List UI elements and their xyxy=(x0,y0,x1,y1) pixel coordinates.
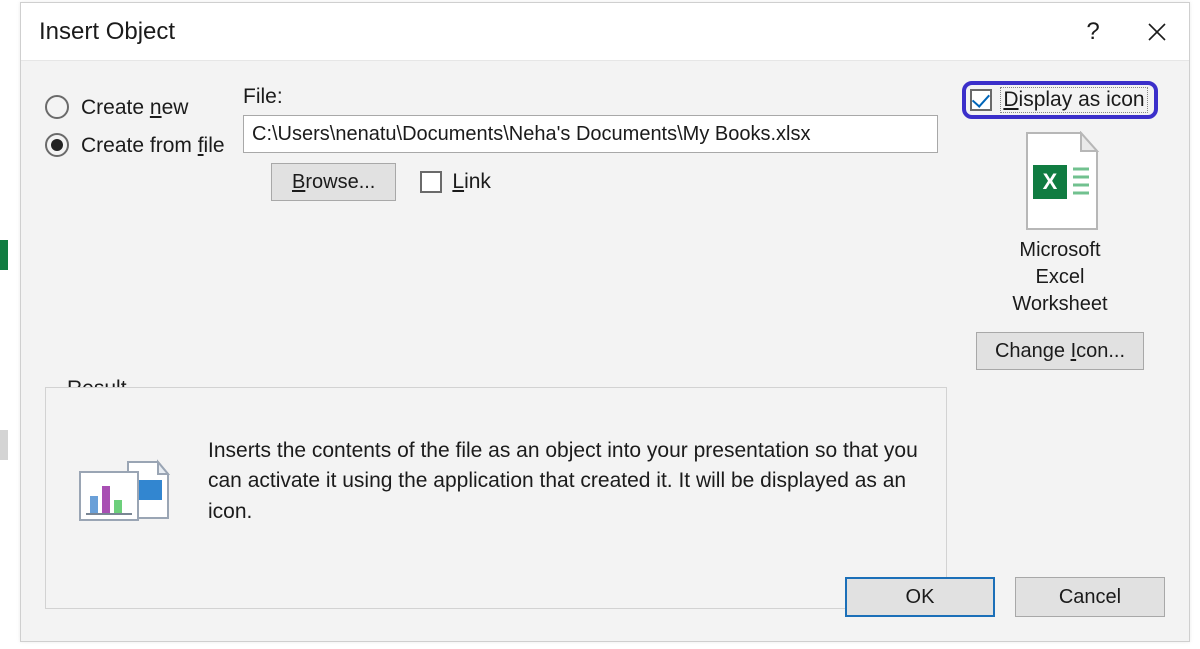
dialog-title: Insert Object xyxy=(39,18,175,46)
radio-icon xyxy=(45,95,69,119)
file-label: File: xyxy=(243,85,943,109)
radio-create-new-label: Create new xyxy=(81,97,188,118)
insert-object-dialog: Insert Object ? Create new Create from f… xyxy=(20,2,1190,642)
link-label: Link xyxy=(452,170,491,194)
title-bar: Insert Object ? xyxy=(21,3,1189,61)
close-button[interactable] xyxy=(1125,3,1189,61)
checkbox-icon xyxy=(420,171,442,193)
help-button[interactable]: ? xyxy=(1061,3,1125,61)
browse-button[interactable]: Browse... xyxy=(271,163,396,201)
result-icon xyxy=(76,456,176,528)
file-path-input[interactable] xyxy=(243,115,938,153)
radio-create-from-file[interactable]: Create from file xyxy=(45,133,235,157)
dialog-buttons: OK Cancel xyxy=(845,577,1165,617)
help-icon: ? xyxy=(1086,18,1099,46)
radio-create-new[interactable]: Create new xyxy=(45,95,235,119)
result-description: Inserts the contents of the file as an o… xyxy=(208,436,918,527)
display-as-icon-checkbox-highlight: Display as icon xyxy=(962,81,1157,119)
background-accent xyxy=(0,240,8,270)
display-as-icon-checkbox[interactable]: Display as icon xyxy=(1000,87,1147,113)
background-strip xyxy=(0,430,8,460)
result-group: Inserts the contents of the file as an o… xyxy=(45,387,947,609)
radio-icon xyxy=(45,133,69,157)
ok-button[interactable]: OK xyxy=(845,577,995,617)
icon-caption: Microsoft Excel Worksheet xyxy=(1012,237,1107,318)
radio-create-from-file-label: Create from file xyxy=(81,135,225,156)
excel-file-icon: X xyxy=(1015,131,1105,233)
checkbox-icon xyxy=(970,89,992,111)
cancel-button[interactable]: Cancel xyxy=(1015,577,1165,617)
file-section: File: Browse... Link xyxy=(243,85,943,201)
svg-text:X: X xyxy=(1043,169,1058,194)
close-icon xyxy=(1147,22,1167,42)
display-as-icon-section: Display as icon X Microsoft Excel Worksh… xyxy=(955,81,1165,370)
dialog-content: Create new Create from file File: Browse… xyxy=(21,61,1189,641)
link-checkbox[interactable]: Link xyxy=(420,170,491,194)
change-icon-button[interactable]: Change Icon... xyxy=(976,332,1144,370)
radio-group: Create new Create from file xyxy=(45,95,235,171)
result-illustration xyxy=(66,436,186,528)
